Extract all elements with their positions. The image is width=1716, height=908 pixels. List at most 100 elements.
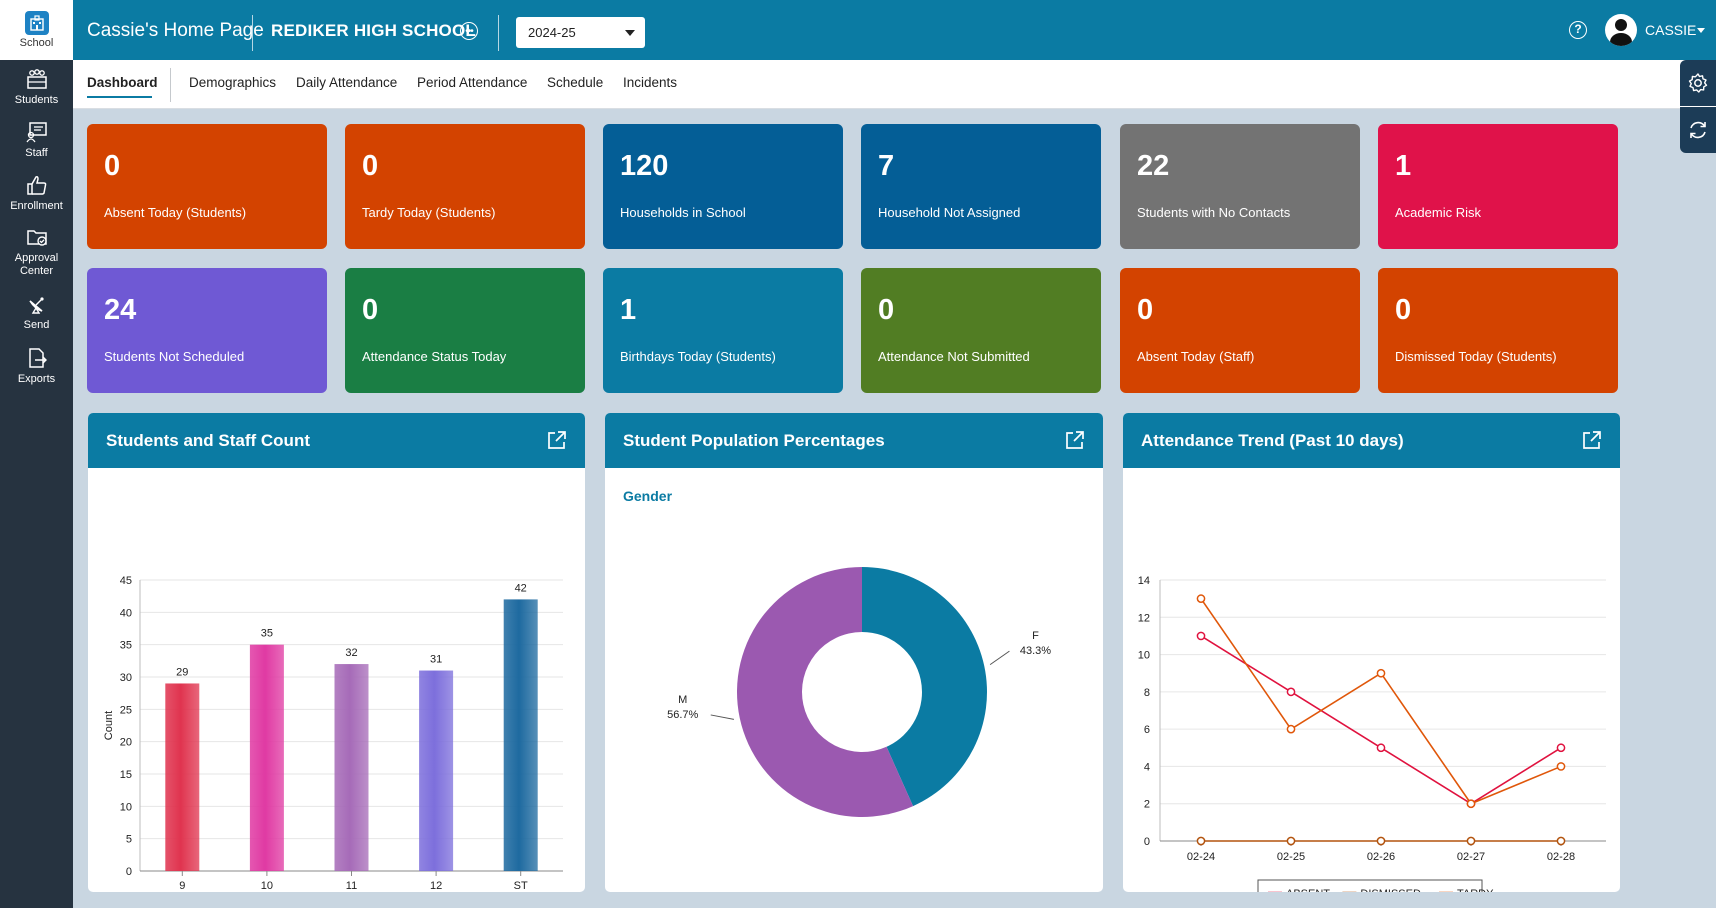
stat-tile[interactable]: 0 Attendance Not Submitted bbox=[861, 268, 1101, 393]
tab-dashboard[interactable]: Dashboard bbox=[87, 75, 158, 90]
y-axis-label: Count bbox=[103, 711, 115, 740]
series-line bbox=[1200, 598, 1562, 805]
x-tick-label: ST bbox=[514, 880, 528, 892]
tab-incidents[interactable]: Incidents bbox=[623, 75, 677, 90]
stat-tile[interactable]: 22 Students with No Contacts bbox=[1120, 124, 1360, 249]
tile-label: Attendance Not Submitted bbox=[878, 349, 1030, 364]
panel-title: Student Population Percentages bbox=[623, 431, 885, 450]
chevron-down-icon bbox=[625, 30, 635, 36]
satellite-dish-icon bbox=[24, 291, 50, 317]
staff-icon bbox=[24, 119, 50, 145]
stat-tile[interactable]: 0 Attendance Status Today bbox=[345, 268, 585, 393]
attendance-trend-line-chart: 0 2 4 6 8 10 12 14 02-24 02-25 02-26 02-27 02-28 ABSE… bbox=[1138, 575, 1606, 892]
external-link-icon[interactable] bbox=[547, 430, 567, 450]
tile-label: Absent Today (Students) bbox=[104, 205, 247, 220]
x-tick-label: 11 bbox=[346, 880, 357, 892]
stat-tile[interactable]: 0 Absent Today (Students) bbox=[87, 124, 327, 249]
external-link-icon[interactable] bbox=[1065, 430, 1085, 450]
tab-period-attendance[interactable]: Period Attendance bbox=[417, 75, 527, 90]
help-icon[interactable]: ? bbox=[1569, 21, 1587, 39]
export-file-icon bbox=[24, 345, 50, 371]
y-tick-label: 14 bbox=[1138, 575, 1150, 587]
refresh-icon bbox=[1690, 121, 1706, 139]
data-point bbox=[1196, 594, 1206, 603]
data-point bbox=[1286, 724, 1296, 734]
header-divider bbox=[498, 15, 499, 51]
top-header: Cassie's Home Page REDIKER HIGH SCHOOL •… bbox=[73, 0, 1716, 60]
rail-item-exports[interactable]: Exports bbox=[0, 345, 73, 386]
school-icon bbox=[24, 10, 49, 35]
x-tick-label: 9 bbox=[179, 880, 185, 892]
stat-tile[interactable]: 7 Household Not Assigned bbox=[861, 124, 1101, 249]
external-link-icon[interactable] bbox=[1582, 430, 1602, 450]
stat-tile[interactable]: 0 Tardy Today (Students) bbox=[345, 124, 585, 249]
data-point bbox=[1466, 836, 1476, 846]
tab-demographics[interactable]: Demographics bbox=[189, 75, 276, 90]
tab-daily-attendance[interactable]: Daily Attendance bbox=[296, 75, 397, 90]
students-staff-count-panel: Students and Staff Count 0 5 10 15 20 25 30 35 4… bbox=[88, 413, 585, 892]
y-tick-label: 0 bbox=[126, 866, 132, 878]
stat-tile[interactable]: 0 Absent Today (Staff) bbox=[1120, 268, 1360, 393]
y-tick-label: 5 bbox=[126, 834, 132, 846]
rail-item-staff[interactable]: Staff bbox=[0, 119, 73, 160]
tile-label: Tardy Today (Students) bbox=[362, 205, 496, 220]
x-tick-label: 02-28 bbox=[1547, 851, 1575, 863]
data-point bbox=[1466, 799, 1476, 809]
x-tick-label: 02-26 bbox=[1367, 851, 1395, 863]
rail-item-school[interactable]: School bbox=[0, 0, 73, 60]
avatar[interactable] bbox=[1605, 14, 1637, 46]
slice-percent: 56.7% bbox=[667, 709, 698, 721]
rail-item-approval-center[interactable]: Approval Center bbox=[0, 224, 73, 278]
tab-schedule[interactable]: Schedule bbox=[547, 75, 603, 90]
tile-value: 0 bbox=[104, 150, 121, 182]
y-tick-label: 45 bbox=[120, 575, 132, 587]
data-label: 29 bbox=[176, 666, 188, 678]
rail-item-send[interactable]: Send bbox=[0, 291, 73, 332]
more-options-icon[interactable]: ••• bbox=[460, 22, 478, 40]
rail-item-students[interactable]: Students bbox=[0, 66, 73, 107]
y-tick-label: 2 bbox=[1144, 799, 1150, 811]
school-year-select[interactable]: 2024-25 bbox=[516, 17, 645, 48]
rail-item-enrollment[interactable]: Enrollment bbox=[0, 172, 73, 213]
tile-value: 120 bbox=[620, 150, 669, 182]
data-point bbox=[1376, 743, 1386, 753]
tile-label: Household Not Assigned bbox=[878, 205, 1021, 220]
slice-leader-line bbox=[989, 650, 1010, 666]
gender-donut-chart: F 43.3% M 56.7% bbox=[667, 567, 1051, 817]
tile-value: 7 bbox=[878, 150, 895, 182]
tile-label: Birthdays Today (Students) bbox=[620, 349, 776, 364]
stat-tile[interactable]: 120 Households in School bbox=[603, 124, 843, 249]
folder-check-icon bbox=[24, 224, 50, 250]
tile-value: 1 bbox=[620, 294, 637, 326]
y-tick-label: 0 bbox=[1144, 836, 1150, 848]
stat-tile[interactable]: 1 Birthdays Today (Students) bbox=[603, 268, 843, 393]
stat-tile[interactable]: 1 Academic Risk bbox=[1378, 124, 1618, 249]
thumbs-up-icon bbox=[24, 172, 50, 198]
tile-value: 0 bbox=[362, 150, 379, 182]
x-tick-label: 02-25 bbox=[1277, 851, 1305, 863]
user-name[interactable]: CASSIE bbox=[1645, 22, 1696, 38]
bar bbox=[249, 644, 284, 871]
data-point bbox=[1286, 836, 1296, 846]
stat-tile[interactable]: 0 Dismissed Today (Students) bbox=[1378, 268, 1618, 393]
rail-label: Send bbox=[23, 319, 50, 331]
active-tab-indicator bbox=[87, 96, 152, 98]
x-tick-label: 02-24 bbox=[1187, 851, 1215, 863]
rail-label: Students bbox=[14, 94, 59, 106]
tab-bar: Dashboard Demographics Daily Attendance … bbox=[73, 60, 1716, 109]
settings-button[interactable] bbox=[1680, 60, 1716, 106]
data-point bbox=[1376, 668, 1386, 678]
tile-label: Academic Risk bbox=[1395, 205, 1481, 220]
data-label: 32 bbox=[345, 647, 357, 659]
rail-label: Staff bbox=[25, 147, 48, 159]
y-tick-label: 40 bbox=[120, 607, 132, 619]
data-label: 35 bbox=[261, 628, 273, 640]
data-label: 42 bbox=[515, 582, 527, 594]
slice-leader-line bbox=[710, 714, 734, 720]
data-point bbox=[1556, 743, 1566, 753]
stat-tile[interactable]: 24 Students Not Scheduled bbox=[87, 268, 327, 393]
chevron-down-icon[interactable] bbox=[1697, 28, 1705, 33]
tab-divider bbox=[170, 68, 171, 102]
x-tick-label: 12 bbox=[430, 880, 442, 892]
refresh-button[interactable] bbox=[1680, 107, 1716, 153]
